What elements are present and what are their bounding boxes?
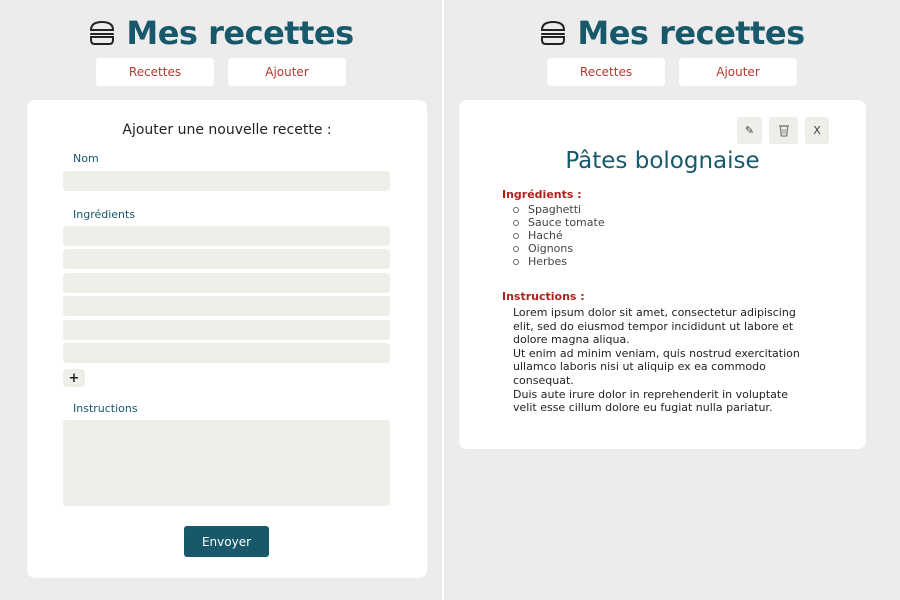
delete-button[interactable]: [769, 117, 798, 144]
app-title: Mes recettes: [126, 14, 354, 52]
instruction-paragraph: Duis aute irure dolor in reprehenderit i…: [513, 387, 788, 415]
edit-button[interactable]: ✎: [737, 117, 762, 144]
add-recipe-form: Ajouter une nouvelle recette : Nom Ingré…: [27, 100, 427, 578]
app-title: Mes recettes: [577, 14, 805, 52]
close-button[interactable]: X: [805, 117, 829, 144]
nav-recipes-button[interactable]: Recettes: [547, 58, 665, 86]
instruction-paragraph: Lorem ipsum dolor sit amet, consectetur …: [513, 306, 796, 347]
ingredient-input-6[interactable]: [63, 343, 390, 363]
app-header: Mes recettes: [0, 14, 442, 52]
add-recipe-pane: Mes recettes Recettes Ajouter Ajouter un…: [0, 0, 442, 600]
instructions-text: Lorem ipsum dolor sit amet, consectetur …: [513, 306, 813, 415]
burger-icon: [541, 20, 566, 45]
instructions-textarea[interactable]: [63, 420, 390, 506]
close-icon: X: [813, 124, 821, 137]
trash-icon: [778, 125, 789, 137]
nav-add-button[interactable]: Ajouter: [679, 58, 797, 86]
instruction-paragraph: Ut enim ad minim veniam, quis nostrud ex…: [513, 346, 800, 387]
recipe-detail-pane: Mes recettes Recettes Ajouter ✎ X Pâtes …: [444, 0, 900, 600]
burger-icon: [90, 20, 115, 45]
main-nav: Recettes Ajouter: [0, 58, 442, 86]
ingredient-item: Herbes: [513, 255, 605, 268]
ingredients-label: Ingrédients: [73, 208, 136, 221]
instructions-heading: Instructions :: [502, 290, 585, 303]
ingredient-input-1[interactable]: [63, 226, 390, 246]
ingredient-item: Oignons: [513, 242, 605, 255]
ingredient-input-2[interactable]: [63, 249, 390, 269]
name-label: Nom: [73, 152, 99, 165]
form-heading: Ajouter une nouvelle recette :: [122, 122, 332, 138]
ingredient-item: Sauce tomate: [513, 216, 605, 229]
nav-add-button[interactable]: Ajouter: [228, 58, 346, 86]
ingredient-input-3[interactable]: [63, 273, 390, 293]
app-header: Mes recettes: [444, 14, 900, 52]
pencil-icon: ✎: [744, 124, 755, 137]
recipe-card: ✎ X Pâtes bolognaise Ingrédients : Spagh…: [459, 100, 866, 449]
ingredient-input-5[interactable]: [63, 320, 390, 340]
submit-button[interactable]: Envoyer: [184, 526, 269, 557]
ingredients-heading: Ingrédients :: [502, 188, 582, 201]
nav-recipes-button[interactable]: Recettes: [96, 58, 214, 86]
name-input[interactable]: [63, 171, 390, 191]
ingredient-item: Haché: [513, 229, 605, 242]
main-nav: Recettes Ajouter: [444, 58, 900, 86]
recipe-title: Pâtes bolognaise: [565, 148, 760, 174]
ingredient-input-4[interactable]: [63, 296, 390, 316]
ingredients-list: Spaghetti Sauce tomate Haché Oignons Her…: [513, 203, 605, 268]
ingredient-item: Spaghetti: [513, 203, 605, 216]
instructions-label: Instructions: [73, 402, 138, 415]
add-ingredient-button[interactable]: +: [63, 369, 85, 387]
